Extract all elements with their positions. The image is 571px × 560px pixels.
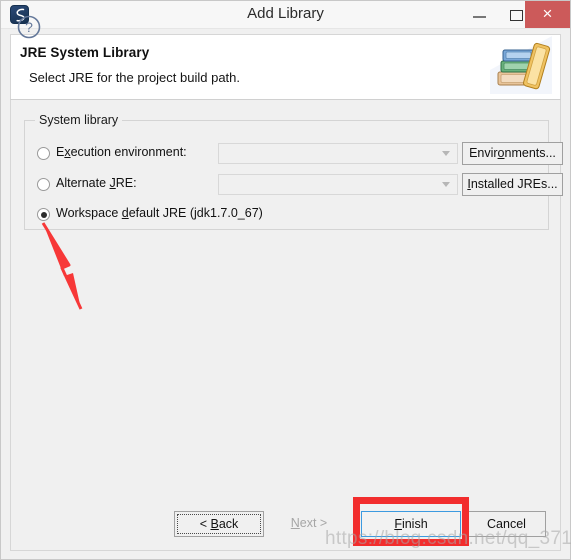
finish-label-post: inish (401, 517, 428, 531)
environments-label-mnemonic: o (497, 146, 505, 160)
books-stack-icon (490, 36, 552, 94)
finish-button[interactable]: Finish (361, 511, 461, 537)
page-subtitle: Select JRE for the project build path. (29, 70, 241, 85)
environments-button[interactable]: Environments... (462, 142, 563, 165)
label-part-post: ecution environment: (70, 145, 187, 159)
label-mnemonic: d (121, 206, 129, 220)
radio-execution-environment[interactable] (37, 147, 50, 160)
close-button[interactable]: × (525, 1, 570, 28)
dialog-body: System library Execution environment: En… (10, 100, 563, 490)
back-button[interactable]: < Back (174, 511, 264, 537)
label-part-post: RE: (115, 176, 137, 190)
finish-label-mnemonic: F (394, 517, 402, 531)
label-part-pre: Alternate (56, 176, 110, 190)
installed-jres-label-post: nstalled JREs... (470, 177, 558, 191)
label-execution-environment: Execution environment: (56, 145, 187, 159)
chevron-down-icon (442, 151, 450, 156)
page-title: JRE System Library (20, 45, 150, 60)
add-library-dialog: Add Library × JRE System Library Select … (0, 0, 571, 560)
next-label-post: ext > (299, 516, 328, 530)
dialog-header: JRE System Library Select JRE for the pr… (10, 34, 561, 100)
minimize-button[interactable] (461, 1, 498, 28)
next-label-mnemonic: N (290, 516, 300, 530)
combo-execution-environment[interactable] (218, 143, 458, 164)
environments-label-post: nments... (504, 146, 556, 160)
label-workspace-default-jre: Workspace default JRE (jdk1.7.0_67) (56, 206, 263, 220)
svg-text:?: ? (25, 19, 33, 35)
close-icon: × (542, 4, 553, 23)
cancel-button[interactable]: Cancel (467, 511, 546, 537)
label-part-post: efault JRE (jdk1.7.0_67) (128, 206, 263, 220)
help-icon[interactable]: ? (16, 14, 42, 40)
focus-outline (177, 514, 261, 534)
system-library-group: System library Execution environment: En… (24, 113, 563, 230)
next-button: Next > (272, 511, 346, 537)
title-bar: Add Library × (1, 1, 570, 29)
combo-alternate-jre[interactable] (218, 174, 458, 195)
environments-label-pre: Envir (469, 146, 498, 160)
installed-jres-button[interactable]: Installed JREs... (462, 173, 563, 196)
minimize-icon (473, 16, 486, 18)
label-alternate-jre: Alternate JRE: (56, 176, 137, 190)
maximize-icon (510, 10, 523, 21)
label-part-pre: Workspace (56, 206, 122, 220)
chevron-down-icon (442, 182, 450, 187)
group-legend: System library (35, 113, 123, 127)
radio-alternate-jre[interactable] (37, 178, 50, 191)
radio-workspace-default-jre[interactable] (37, 208, 50, 221)
